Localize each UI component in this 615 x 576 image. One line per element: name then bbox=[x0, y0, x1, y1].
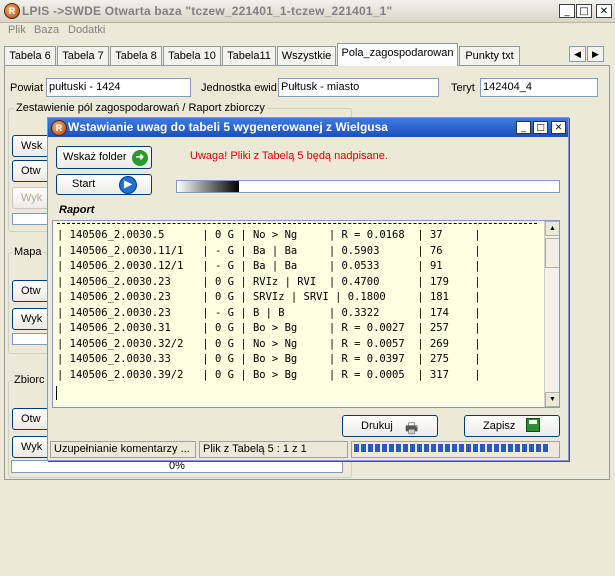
status-progress-bar bbox=[351, 441, 560, 458]
dialog-maximize-icon[interactable]: □ bbox=[533, 121, 548, 134]
dialog-window: R Wstawianie uwag do tabeli 5 wygenerowa… bbox=[47, 117, 569, 461]
main-progress-bar: 0% bbox=[11, 460, 343, 473]
printer-icon: 🖶 bbox=[405, 421, 419, 437]
tab-wszystkie[interactable]: Wszystkie bbox=[277, 46, 336, 65]
status-comments: Uzupełnianie komentarzy ... bbox=[50, 441, 196, 458]
tab-punkty-txt[interactable]: Punkty txt bbox=[459, 46, 520, 65]
report-line: | 140506_2.0030.5 | 0 G | No > Ng | R = … bbox=[57, 229, 481, 241]
report-line: | 140506_2.0030.11/1 | - G | Ba | Ba | 0… bbox=[57, 244, 481, 257]
tab-scroll-right-icon[interactable]: ▶ bbox=[587, 46, 604, 62]
text-cursor bbox=[56, 386, 57, 400]
report-line: | 140506_2.0030.39/2 | 0 G | Bo > Bg | R… bbox=[57, 368, 481, 381]
window-title-bar: R LPIS ->SWDE Otwarta baza "tczew_221401… bbox=[0, 0, 615, 23]
window-title: LPIS ->SWDE Otwarta baza "tczew_221401_1… bbox=[22, 4, 393, 18]
report-line: | 140506_2.0030.31 | 0 G | Bo > Bg | R =… bbox=[57, 322, 481, 334]
menu-baza[interactable]: Baza bbox=[34, 24, 59, 36]
dialog-progress-fill bbox=[177, 181, 239, 192]
dialog-close-icon[interactable]: ✕ bbox=[551, 121, 566, 134]
teryt-field[interactable]: 142404_4 bbox=[480, 78, 598, 97]
dialog-logo-icon: R bbox=[51, 120, 67, 136]
app-logo-icon: R bbox=[4, 3, 20, 19]
report-line: | 140506_2.0030.33 | 0 G | Bo > Bg | R =… bbox=[57, 353, 481, 365]
dialog-title: Wstawianie uwag do tabeli 5 wygenerowane… bbox=[68, 120, 388, 134]
group-zbiorczy-label: Zbiorc bbox=[12, 374, 47, 386]
menu-bar: Plik Baza Dodatki bbox=[0, 22, 615, 40]
tab-tabela-7[interactable]: Tabela 7 bbox=[57, 46, 109, 65]
drukuj-label: Drukuj bbox=[361, 420, 393, 432]
zapisz-label: Zapisz bbox=[483, 420, 516, 432]
powiat-label: Powiat bbox=[10, 82, 44, 94]
close-icon[interactable]: ✕ bbox=[596, 4, 612, 18]
dialog-title-bar: R Wstawianie uwag do tabeli 5 wygenerowa… bbox=[48, 118, 568, 137]
start-label: Start bbox=[72, 178, 96, 190]
report-scrollbar[interactable]: ▲ ▼ bbox=[544, 221, 559, 407]
zapisz-button[interactable]: Zapisz bbox=[464, 415, 560, 437]
powiat-field[interactable]: pułtuski - 1424 bbox=[46, 78, 191, 97]
dialog-minimize-icon[interactable]: _ bbox=[516, 121, 531, 134]
tab-scroll-left-icon[interactable]: ◀ bbox=[569, 46, 586, 62]
dialog-progress-bar bbox=[176, 180, 560, 193]
scroll-down-icon[interactable]: ▼ bbox=[545, 392, 559, 407]
menu-plik[interactable]: Plik bbox=[8, 24, 26, 36]
scroll-thumb[interactable] bbox=[545, 238, 559, 268]
report-label: Raport bbox=[59, 204, 95, 216]
jednostka-label: Jednostka ewid bbox=[201, 82, 277, 94]
report-line: | 140506_2.0030.23 | - G | B | B | 0.332… bbox=[57, 306, 481, 319]
minimize-icon[interactable]: _ bbox=[559, 4, 575, 18]
report-textarea[interactable]: | 140506_2.0030.5 | 0 G | No > Ng | R = … bbox=[52, 220, 560, 408]
report-line: | 140506_2.0030.23 | 0 G | RVIz | RVI | … bbox=[57, 275, 481, 288]
report-separator bbox=[57, 223, 537, 224]
tab-tabela-6[interactable]: Tabela 6 bbox=[4, 46, 56, 65]
wskaz-folder-button[interactable]: Wskaż folder ➜ bbox=[56, 146, 152, 169]
play-icon: ▶ bbox=[119, 176, 137, 194]
tab-pola-zagospodarowan[interactable]: Pola_zagospodarowan bbox=[337, 43, 458, 66]
tab-tabela-10[interactable]: Tabela 10 bbox=[163, 46, 221, 65]
report-line: | 140506_2.0030.12/1 | - G | Ba | Ba | 0… bbox=[57, 260, 481, 272]
teryt-label: Teryt bbox=[451, 82, 475, 94]
wskaz-folder-label: Wskaż folder bbox=[63, 151, 127, 163]
save-disk-icon bbox=[526, 418, 540, 432]
group-zestawienie-label: Zestawienie pól zagospodarowań / Raport … bbox=[14, 102, 267, 114]
arrow-right-green-icon: ➜ bbox=[132, 150, 148, 166]
report-line: | 140506_2.0030.23 | 0 G | SRVIz | SRVI … bbox=[57, 291, 481, 303]
status-file-counter: Plik z Tabelą 5 : 1 z 1 bbox=[199, 441, 348, 458]
maximize-icon[interactable]: □ bbox=[576, 4, 592, 18]
main-progress-percent: 0% bbox=[169, 460, 185, 472]
scroll-up-icon[interactable]: ▲ bbox=[545, 221, 559, 236]
jednostka-field[interactable]: Pułtusk - miasto bbox=[278, 78, 439, 97]
start-button[interactable]: Start ▶ bbox=[56, 174, 152, 195]
tab-tabela-11[interactable]: Tabela11 bbox=[222, 46, 276, 65]
menu-dodatki[interactable]: Dodatki bbox=[68, 24, 105, 36]
drukuj-button[interactable]: Drukuj 🖶 bbox=[342, 415, 438, 437]
overwrite-warning: Uwaga! Pliki z Tabelą 5 będą nadpisane. bbox=[190, 150, 388, 162]
report-line: | 140506_2.0030.32/2 | 0 G | No > Ng | R… bbox=[57, 337, 481, 350]
tab-tabela-8[interactable]: Tabela 8 bbox=[110, 46, 162, 65]
group-mapa-label: Mapa bbox=[12, 246, 44, 258]
